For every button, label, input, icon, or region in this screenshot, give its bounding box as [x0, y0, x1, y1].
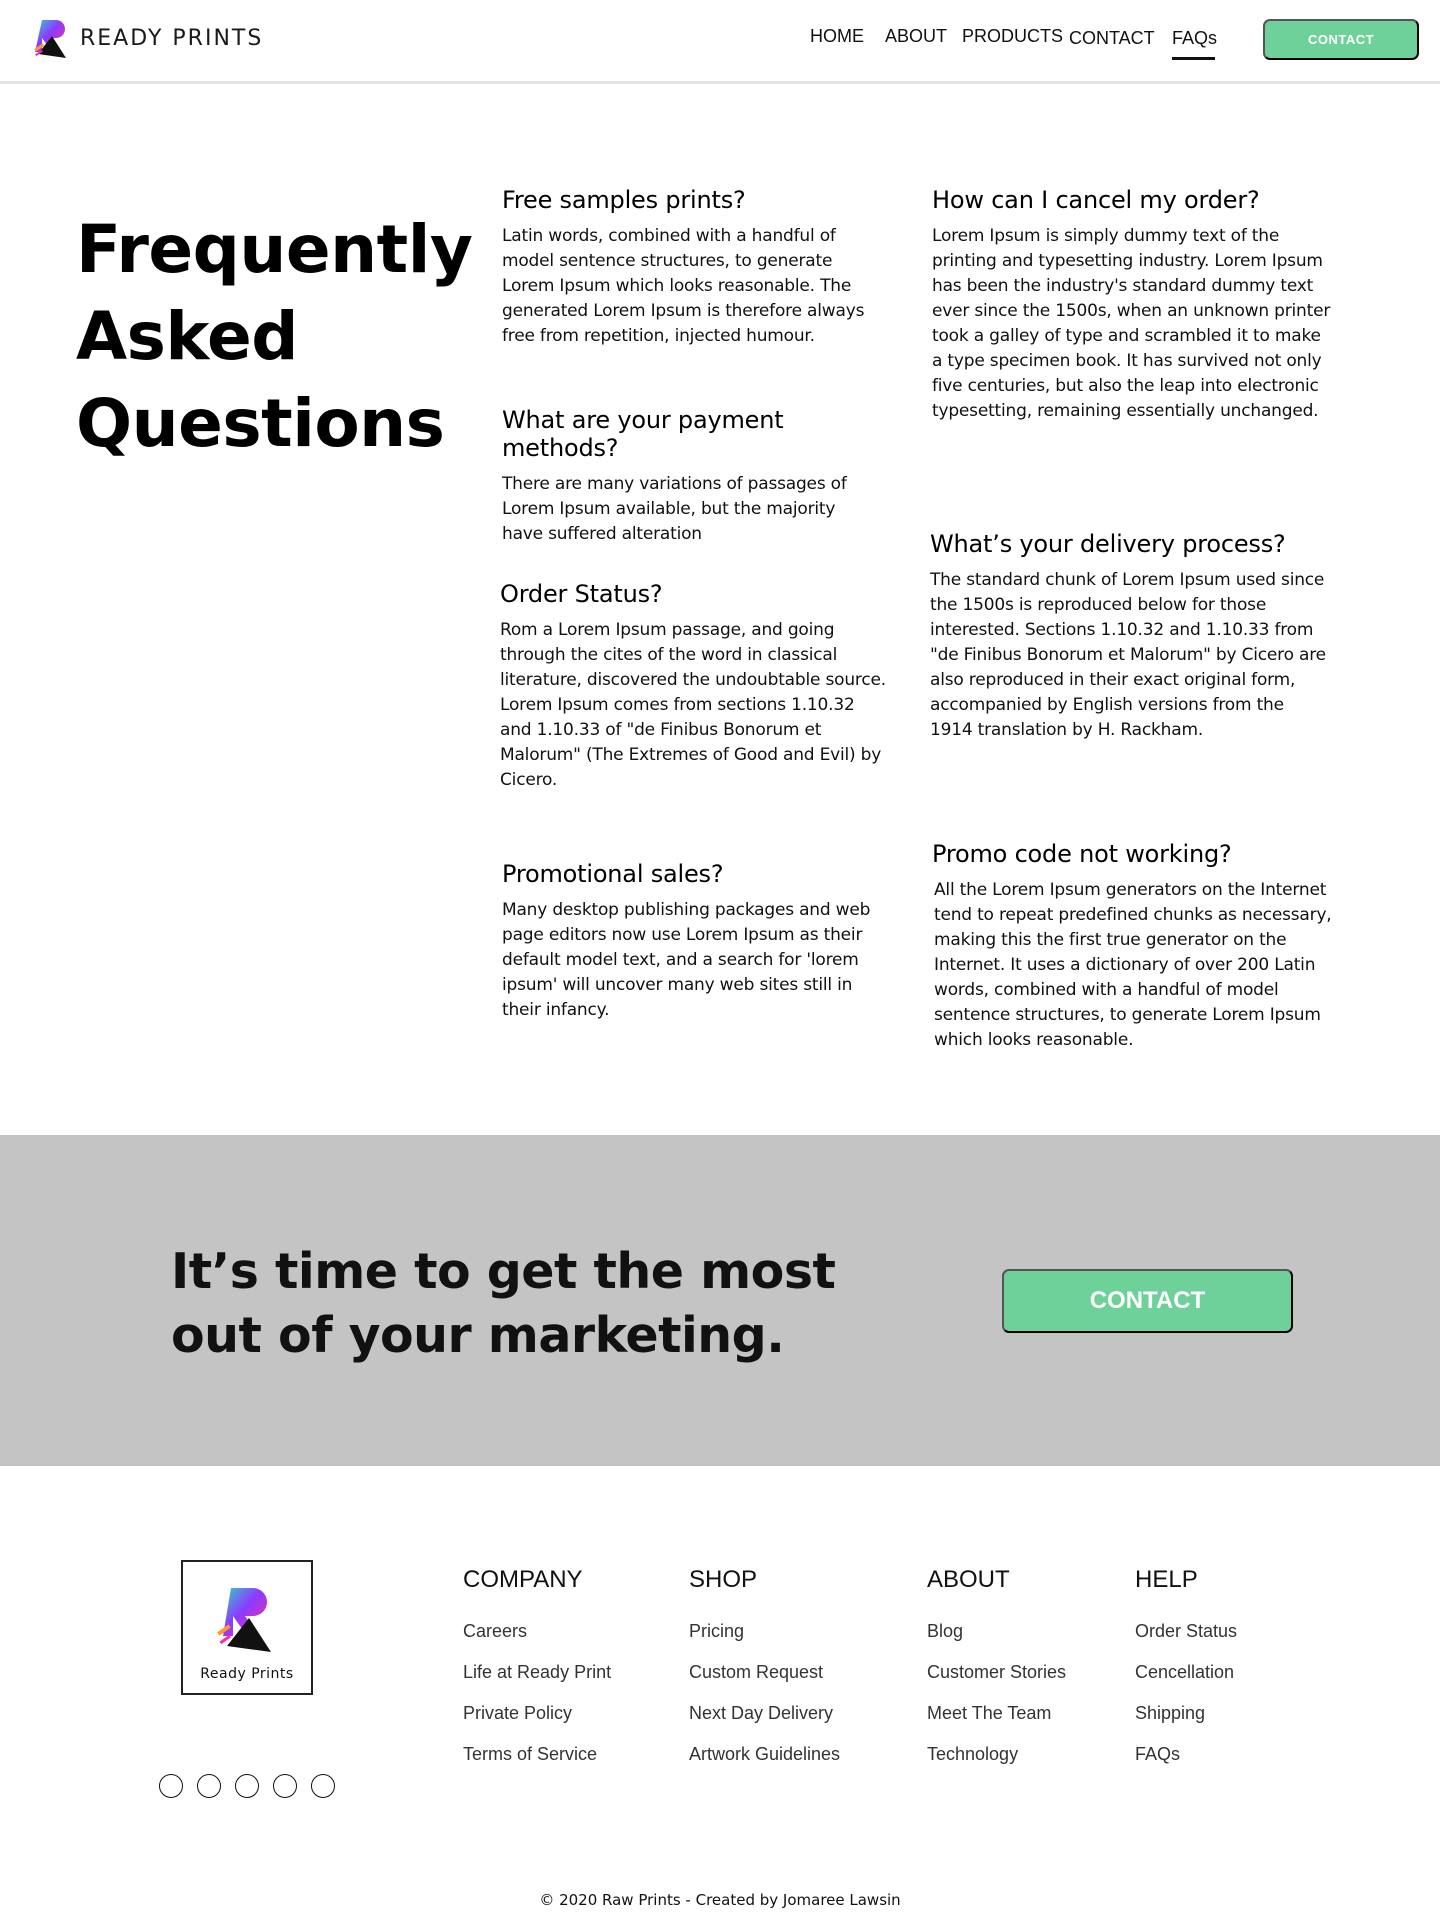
faq-item: What are your payment methods? There are… — [502, 406, 902, 547]
footer-column-shop: SHOP Pricing Custom Request Next Day Del… — [689, 1566, 840, 1785]
nav-products[interactable]: PRODUCTS — [962, 26, 1063, 47]
footer-column-about: ABOUT Blog Customer Stories Meet The Tea… — [927, 1566, 1066, 1785]
footer-link[interactable]: Shipping — [1135, 1703, 1237, 1724]
footer-logo-text: Ready Prints — [200, 1666, 294, 1682]
site-header: READY PRINTS HOME ABOUT PRODUCTS CONTACT… — [0, 0, 1440, 84]
faq-answer: The standard chunk of Lorem Ipsum used s… — [930, 570, 1326, 740]
faq-question: Promotional sales? — [502, 860, 724, 888]
cta-headline: It’s time to get the most out of your ma… — [171, 1243, 836, 1364]
faq-answer: All the Lorem Ipsum generators on the In… — [934, 880, 1332, 1050]
faq-item: Order Status? Rom a Lorem Ipsum passage,… — [500, 580, 890, 793]
nav-active-indicator — [1172, 57, 1215, 60]
footer-logo[interactable]: Ready Prints — [181, 1560, 313, 1695]
faq-question: How can I cancel my order? — [932, 186, 1260, 214]
cta-banner: It’s time to get the most out of your ma… — [0, 1135, 1440, 1466]
cta-contact-button[interactable]: CONTACT — [1002, 1269, 1293, 1333]
faq-question: What’s your delivery process? — [930, 530, 1286, 558]
social-links — [159, 1774, 335, 1798]
footer-link[interactable]: Careers — [463, 1621, 611, 1642]
social-circle-icon[interactable] — [159, 1774, 183, 1798]
footer-link[interactable]: Artwork Guidelines — [689, 1744, 840, 1765]
footer-link[interactable]: Private Policy — [463, 1703, 611, 1724]
footer-link[interactable]: Life at Ready Print — [463, 1662, 611, 1683]
footer-column-heading: SHOP — [689, 1566, 758, 1593]
faq-question: Free samples prints? — [502, 186, 746, 214]
footer-link[interactable]: Cencellation — [1135, 1662, 1237, 1683]
brand-name: READY PRINTS — [80, 26, 264, 51]
faq-item: How can I cancel my order? Lorem Ipsum i… — [932, 186, 1332, 424]
footer-column-company: COMPANY Careers Life at Ready Print Priv… — [463, 1566, 611, 1785]
footer-link[interactable]: Next Day Delivery — [689, 1703, 840, 1724]
social-circle-icon[interactable] — [197, 1774, 221, 1798]
faq-item: Free samples prints? Latin words, combin… — [502, 186, 882, 349]
ready-prints-logo-icon — [217, 1588, 271, 1652]
header-contact-button[interactable]: CONTACT — [1263, 19, 1419, 60]
ready-prints-logo-icon[interactable] — [32, 16, 76, 62]
faq-question: Order Status? — [500, 580, 663, 608]
footer-link[interactable]: Technology — [927, 1744, 1066, 1765]
faq-answer: Lorem Ipsum is simply dummy text of the … — [932, 226, 1331, 421]
nav-contact[interactable]: CONTACT — [1069, 28, 1155, 49]
footer-link[interactable]: Customer Stories — [927, 1662, 1066, 1683]
social-circle-icon[interactable] — [235, 1774, 259, 1798]
footer-column-help: HELP Order Status Cencellation Shipping … — [1135, 1566, 1237, 1785]
faq-answer: Latin words, combined with a handful of … — [502, 226, 865, 346]
footer-column-heading: ABOUT — [927, 1566, 1010, 1593]
footer-link[interactable]: FAQs — [1135, 1744, 1237, 1765]
footer-link[interactable]: Pricing — [689, 1621, 840, 1642]
faq-item: Promo code not working? All the Lorem Ip… — [932, 840, 1332, 1053]
page-title: Frequently Asked Questions — [76, 211, 473, 462]
social-circle-icon[interactable] — [311, 1774, 335, 1798]
faq-answer: Many desktop publishing packages and web… — [502, 900, 871, 1020]
footer-link[interactable]: Terms of Service — [463, 1744, 611, 1765]
faq-question: What are your payment methods? — [502, 406, 784, 462]
footer-column-heading: HELP — [1135, 1566, 1198, 1593]
copyright-text: © 2020 Raw Prints - Created by Jomaree L… — [539, 1891, 901, 1909]
faq-item: What’s your delivery process? The standa… — [930, 530, 1330, 743]
footer-link[interactable]: Meet The Team — [927, 1703, 1066, 1724]
faq-answer: There are many variations of passages of… — [502, 474, 847, 544]
faq-item: Promotional sales? Many desktop publishi… — [502, 860, 892, 1023]
footer-column-heading: COMPANY — [463, 1566, 583, 1593]
social-circle-icon[interactable] — [273, 1774, 297, 1798]
nav-faqs[interactable]: FAQs — [1172, 28, 1217, 49]
faq-question: Promo code not working? — [932, 840, 1232, 868]
footer-link[interactable]: Order Status — [1135, 1621, 1237, 1642]
faq-answer: Rom a Lorem Ipsum passage, and going thr… — [500, 620, 886, 790]
nav-about[interactable]: ABOUT — [885, 26, 947, 47]
nav-home[interactable]: HOME — [810, 26, 864, 47]
footer-link[interactable]: Blog — [927, 1621, 1066, 1642]
footer-link[interactable]: Custom Request — [689, 1662, 840, 1683]
